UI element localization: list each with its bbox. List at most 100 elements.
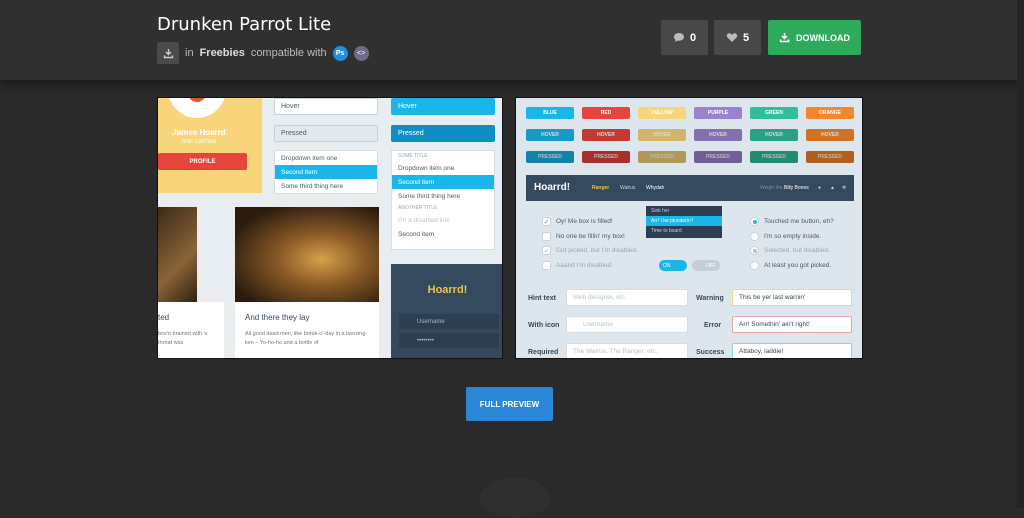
demo-button: PRESSED <box>750 151 798 163</box>
card-title: And there they lay <box>245 313 310 322</box>
demo-button: BLUE <box>526 107 574 119</box>
subtitle-row: in Freebies compatible with Ps <> <box>157 42 369 64</box>
nav-right-text: Weigh the, <box>760 185 784 191</box>
user-icon: ● <box>818 185 822 191</box>
demo-button: PRESSED <box>582 151 630 163</box>
list-item: Second item <box>275 165 377 179</box>
code-icon: <> <box>353 45 369 61</box>
nav-user: Billy Bones <box>784 185 809 191</box>
error-input: Arr! Somethin' ain't right! <box>732 316 852 333</box>
icon-input: Username <box>566 316 688 333</box>
menu-item: Time to board <box>651 228 682 234</box>
demo-button: ORANGE <box>806 107 854 119</box>
success-input: Attaboy, laddie! <box>732 343 852 358</box>
preview-image-right[interactable]: BLUE RED YELLOW PURPLE GREEN ORANGE HOVER HOVER… <box>515 97 863 359</box>
ship-image <box>158 207 197 302</box>
toggle-off: OFF <box>692 260 720 271</box>
comments-button[interactable]: 0 <box>661 20 708 55</box>
heart-icon <box>726 33 738 42</box>
gear-icon: ✻ <box>842 185 847 191</box>
card-text: bos'n brained with 's throat was <box>158 331 208 346</box>
demo-button: HOVER <box>526 129 574 141</box>
list-item: Second item <box>392 175 494 189</box>
likes-button[interactable]: 5 <box>714 20 761 55</box>
painting-image <box>235 207 379 302</box>
demo-button: HOVER <box>582 129 630 141</box>
profile-role: SHIP CAPTAIN <box>181 139 217 145</box>
comments-count: 0 <box>689 31 697 44</box>
required-input: The Walrus, The Ranger, etc. <box>566 343 688 358</box>
article-card-2: And there they lay All good dead men, li… <box>235 302 379 358</box>
list-item: Dropdown item one <box>398 164 455 172</box>
form-label: Required <box>528 349 559 356</box>
menu-item: Sink her <box>651 208 670 214</box>
dropdown-title: SOME TITLE <box>398 153 428 159</box>
login-password: •••••••• <box>399 333 499 348</box>
top-bar: Drunken Parrot Lite in Freebies compatib… <box>0 0 1024 80</box>
download-arrow-icon <box>779 33 790 43</box>
demo-button: GREEN <box>750 107 798 119</box>
login-title: Hoarrd! <box>427 284 468 296</box>
compat-label: compatible with <box>250 47 327 59</box>
profile-card: James Hoarrd SHIP CAPTAIN PROFILE <box>158 98 262 193</box>
demo-button: HOVER <box>750 129 798 141</box>
list-item: Some third thing here <box>281 182 344 190</box>
likes-count: 5 <box>742 31 750 44</box>
form-label: With icon <box>528 322 560 329</box>
login-username: Username <box>399 314 499 329</box>
full-preview-button[interactable]: FULL PREVIEW <box>466 387 553 421</box>
form-label: Warning <box>696 295 724 302</box>
demo-button: HOVER <box>694 129 742 141</box>
profile-name: James Hoarrd <box>172 128 226 137</box>
background-shape <box>480 478 550 518</box>
page-title: Drunken Parrot Lite <box>157 14 332 35</box>
select-pressed: Pressed <box>274 125 378 142</box>
menu-item: Arr! I be plunderin'! <box>646 216 722 226</box>
demo-button: PRESSED <box>526 151 574 163</box>
form-label: Hint text <box>528 295 556 302</box>
toggle-on: ON <box>659 260 687 271</box>
avatar <box>168 98 226 118</box>
demo-button: PRESSED <box>694 151 742 163</box>
radio-item: At least you got picked. <box>750 261 831 270</box>
download-button[interactable]: DOWNLOAD <box>768 20 861 55</box>
form-label: Error <box>704 322 722 329</box>
comment-icon <box>673 33 684 42</box>
card-title: ted <box>158 313 170 322</box>
select-pressed-blue: Pressed <box>391 125 495 142</box>
radio-item: Touched me button, eh? <box>750 217 834 226</box>
nav-brand: Hoarrd! <box>534 182 571 193</box>
demo-button: HOVER <box>806 129 854 141</box>
category-link[interactable]: Freebies <box>200 47 245 59</box>
checkbox-item: ✓ Got picked, but I'm disabled. <box>542 246 638 255</box>
photoshop-icon: Ps <box>332 45 348 61</box>
demo-button: PRESSED <box>638 151 686 163</box>
profile-button: PROFILE <box>158 153 247 170</box>
article-card-1: ted bos'n brained with 's throat was <box>158 302 224 358</box>
nav-item: Walrus <box>620 185 636 191</box>
dropdown-title: ANOTHER TITLE <box>398 205 438 211</box>
bell-icon: ▲ <box>830 185 835 191</box>
list-item: Some third thing here <box>398 192 461 200</box>
download-label: DOWNLOAD <box>796 32 850 43</box>
select-hover-blue: Hover <box>391 98 495 115</box>
download-icon[interactable] <box>157 42 179 64</box>
list-item: Second item <box>398 230 435 238</box>
navbar-demo: Hoarrd! Ranger Walrus Whydah Weigh the, … <box>526 175 854 201</box>
demo-button: PURPLE <box>694 107 742 119</box>
dropdown-list-1: Dropdown item one Second item Some third… <box>274 150 378 194</box>
preview-image-left[interactable]: James Hoarrd SHIP CAPTAIN PROFILE Hover … <box>157 97 503 359</box>
demo-button: YELLOW <box>638 107 686 119</box>
list-item: I'm a disabled link <box>398 216 450 224</box>
demo-button: PRESSED <box>806 151 854 163</box>
scrollbar[interactable] <box>1017 0 1024 508</box>
dropdown-list-2: SOME TITLE Dropdown item one Second item… <box>391 150 495 250</box>
warning-input: This be yer last warnin' <box>732 289 852 306</box>
card-text: All good dead men, like break-o'-day in … <box>245 331 368 346</box>
in-label: in <box>185 47 194 59</box>
checkbox-item: No one be fillin' my box! <box>542 232 625 241</box>
nav-item: Ranger <box>592 185 610 191</box>
list-item: Dropdown item one <box>281 154 338 162</box>
hint-input: Web designer, etc. <box>566 289 688 306</box>
checkbox-item: Aaand I'm disabled. <box>542 261 613 270</box>
